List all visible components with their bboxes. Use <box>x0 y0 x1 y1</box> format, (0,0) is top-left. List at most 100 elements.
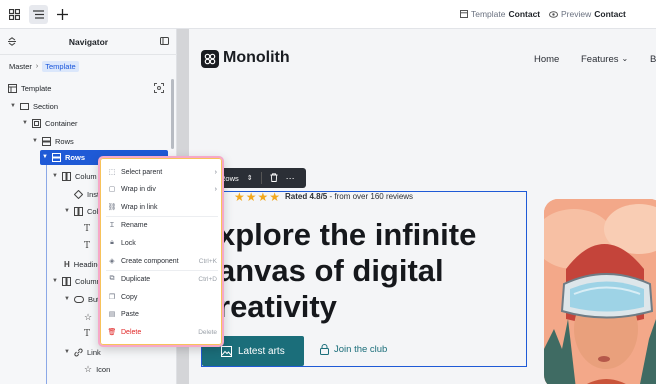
trash-icon[interactable] <box>270 172 278 184</box>
caret-down-icon[interactable]: ▼ <box>52 173 58 179</box>
tree-item-star[interactable]: ☆ <box>84 310 92 324</box>
rating-suffix: - from over 160 reviews <box>327 192 414 201</box>
menu-select-parent[interactable]: ⬚ Select parent › <box>107 165 217 179</box>
menu-wrap-in-link[interactable]: ⛓ Wrap in link <box>107 200 217 214</box>
menu-paste[interactable]: ▤ Paste <box>107 307 217 321</box>
tree-item-template[interactable]: Template <box>8 81 51 95</box>
rating-stars: ★ ★ ★ ★ <box>234 190 280 204</box>
tree-item-text-3[interactable]: T <box>84 327 90 341</box>
caret-down-icon[interactable]: ▼ <box>10 103 16 109</box>
text-icon: T <box>84 241 91 251</box>
menu-item-label: Copy <box>121 293 138 301</box>
tree-item-label: Rows <box>65 152 86 162</box>
rename-icon: Ɪ <box>110 221 114 229</box>
rows-icon <box>52 152 61 162</box>
nav-more[interactable]: B <box>650 54 656 65</box>
heading-icon: H <box>64 259 70 269</box>
breadcrumb-master[interactable]: Master <box>9 62 32 71</box>
context-menu: ⬚ Select parent › ▢ Wrap in div › ⛓ Wrap… <box>98 156 224 347</box>
trash-icon: 🗑︎ <box>107 329 117 336</box>
chevron-right-icon: › <box>35 63 39 70</box>
caret-down-icon[interactable]: ▼ <box>42 154 48 160</box>
button-icon <box>74 295 84 303</box>
chevron-right-icon: › <box>214 185 217 193</box>
brand-name: Monolith <box>223 49 290 66</box>
tree-item-column[interactable]: ▼ Colum <box>52 169 97 183</box>
chevron-right-icon: › <box>214 168 217 176</box>
tree-item-icon[interactable]: ☆ Icon <box>84 362 110 376</box>
select-target-icon[interactable] <box>154 83 164 95</box>
rows-icon <box>42 136 51 146</box>
menu-delete[interactable]: 🗑︎ Delete Delete <box>107 325 217 339</box>
tree-item-link[interactable]: ▼ Link <box>64 345 101 359</box>
element-toolbar: Rows ⇕ ⋯ <box>214 168 306 188</box>
menu-create-component[interactable]: ◈ Create component Ctrl+K <box>107 254 217 268</box>
navigator-scrollbar[interactable] <box>171 79 174 149</box>
add-icon[interactable] <box>53 5 72 24</box>
navigator-toggle-icon[interactable] <box>29 5 48 24</box>
hero-image <box>544 199 656 384</box>
headline-line-1: xplore the infinite <box>218 217 477 252</box>
menu-item-label: Lock <box>121 239 136 247</box>
caret-down-icon[interactable]: ▼ <box>64 296 70 302</box>
lock-icon: 🔒︎ <box>110 239 114 246</box>
more-icon[interactable]: ⋯ <box>286 173 295 184</box>
tree-item-text[interactable]: T <box>84 222 90 236</box>
eye-icon <box>549 10 558 18</box>
caret-down-icon[interactable]: ▼ <box>32 138 38 144</box>
menu-rename[interactable]: Ɪ Rename <box>107 218 217 232</box>
menu-lock[interactable]: 🔒︎ Lock <box>107 236 217 250</box>
latest-arts-label: Latest arts <box>238 345 285 357</box>
site-preview: Monolith Home Features ⌄ B Rows ⇕ ⋯ ★ ★ … <box>189 29 656 384</box>
swap-icon[interactable]: ⇕ <box>247 174 253 182</box>
caret-down-icon[interactable]: ▼ <box>22 120 28 126</box>
join-club-link[interactable]: Join the club <box>320 344 387 355</box>
menu-separator <box>106 216 218 217</box>
nav-features[interactable]: Features ⌄ <box>581 54 628 65</box>
caret-down-icon[interactable]: ▼ <box>52 278 58 284</box>
menu-item-label: Create component <box>121 257 179 265</box>
template-icon <box>8 83 17 93</box>
grid-icon[interactable] <box>5 5 24 24</box>
join-club-label: Join the club <box>334 344 388 355</box>
section-icon <box>20 102 29 110</box>
design-canvas[interactable]: Monolith Home Features ⌄ B Rows ⇕ ⋯ ★ ★ … <box>177 29 656 384</box>
link-icon <box>74 348 83 356</box>
menu-duplicate[interactable]: ⧉ Duplicate Ctrl+D <box>107 272 218 286</box>
tree-item-heading[interactable]: H Heading <box>64 257 102 271</box>
menu-shortcut: Ctrl+K <box>198 257 217 265</box>
menu-item-label: Select parent <box>121 168 163 176</box>
wrap-div-icon: ▢ <box>108 186 116 193</box>
headline-line-2: anvas of digital <box>218 253 444 288</box>
paste-icon: ▤ <box>108 311 116 318</box>
column-icon <box>62 276 71 286</box>
template-link[interactable]: Template Contact <box>460 9 540 19</box>
caret-down-icon[interactable]: ▼ <box>64 208 70 214</box>
menu-copy[interactable]: ❐ Copy <box>107 290 217 304</box>
navigator-title: Navigator <box>68 37 109 47</box>
tree-item-column-3[interactable]: ▼ Column <box>52 274 101 288</box>
tree-item-section[interactable]: ▼ Section <box>10 99 58 113</box>
breadcrumb-template[interactable]: Template <box>42 61 79 72</box>
menu-shortcut: Delete <box>198 328 217 336</box>
copy-icon: ❐ <box>108 294 116 301</box>
tree-item-button[interactable]: ▼ Butt <box>64 292 101 306</box>
star-icon: ★ <box>245 190 257 204</box>
menu-item-label: Rename <box>121 221 148 229</box>
tree-item-column-2[interactable]: ▼ Col <box>64 204 98 218</box>
template-name: Contact <box>508 9 541 19</box>
preview-name: Contact <box>594 9 626 19</box>
tree-item-selected-content: ▼ Rows <box>42 150 85 164</box>
tree-item-text-2[interactable]: T <box>84 239 90 253</box>
tree-item-rows[interactable]: ▼ Rows <box>32 134 74 148</box>
nav-home[interactable]: Home <box>534 54 559 65</box>
tree-item-container[interactable]: ▼ Container <box>22 116 78 130</box>
headline-line-3: reativity <box>218 289 337 324</box>
caret-down-icon[interactable]: ▼ <box>64 349 70 355</box>
menu-shortcut: Ctrl+D <box>198 275 217 283</box>
star-icon: ★ <box>269 190 281 204</box>
preview-link[interactable]: Preview Contact <box>549 9 626 19</box>
menu-wrap-in-div[interactable]: ▢ Wrap in div › <box>107 182 217 196</box>
panel-dock-icon[interactable] <box>160 37 169 47</box>
star-outline-icon: ☆ <box>84 311 93 322</box>
